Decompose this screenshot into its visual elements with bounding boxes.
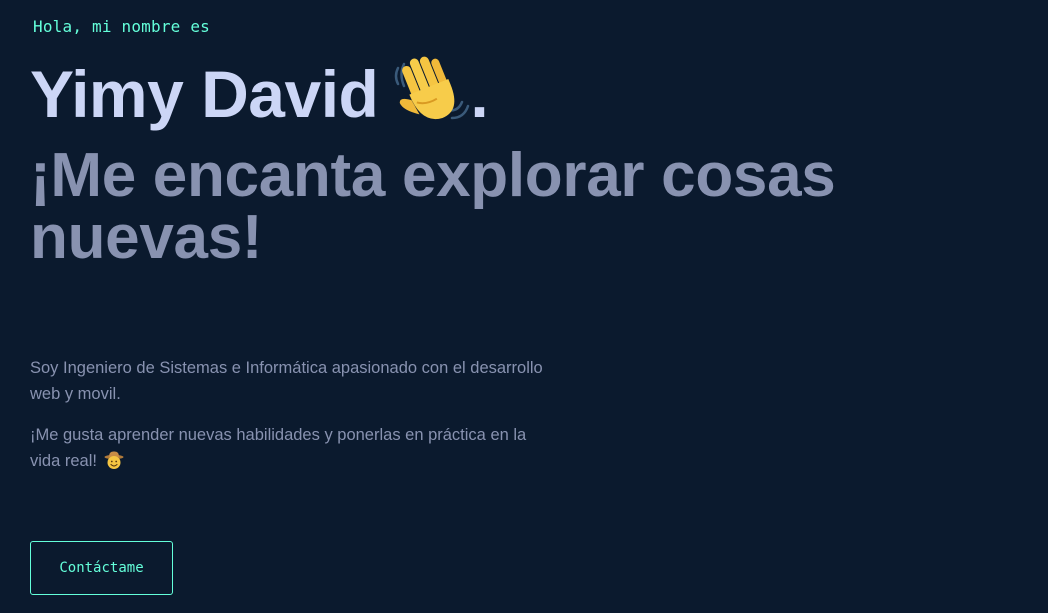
bio: Soy Ingeniero de Sistemas e Informática … [30,355,550,489]
contact-button[interactable]: Contáctame [30,541,173,595]
name-text: Yimy David [30,57,379,131]
tagline: ¡Me encanta explorar cosas nuevas! [30,145,990,269]
page-title: Yimy David . [30,52,489,132]
greeting-text: Hola, mi nombre es [33,17,210,36]
cowboy-hat-face-icon [104,450,124,470]
tagline-line-2: nuevas! [30,203,263,272]
tagline-line-1: ¡Me encanta explorar cosas [30,141,836,210]
bio-paragraph-1: Soy Ingeniero de Sistemas e Informática … [30,359,543,403]
waving-hand-icon [392,52,470,126]
bio-paragraph-2: ¡Me gusta aprender nuevas habilidades y … [30,422,550,474]
name-suffix: . [470,57,489,131]
